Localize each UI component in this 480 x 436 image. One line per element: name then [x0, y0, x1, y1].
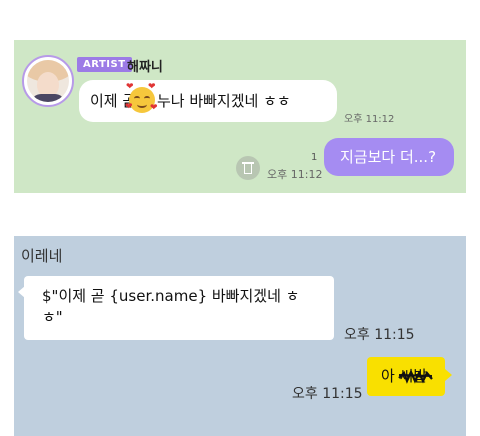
message-timestamp: 오후 11:12 — [344, 114, 395, 125]
avatar[interactable] — [22, 55, 74, 107]
message-timestamp: 오후 11:15 — [344, 327, 415, 343]
incoming-message-bubble[interactable]: 이제 곧 ❤ ❤ ❤ ❤ 누나 바빠지겠네 ㅎㅎ — [79, 80, 337, 122]
scribble-overlay-icon — [397, 370, 433, 384]
incoming-message-bubble[interactable]: $"이제 곧 {user.name} 바빠지겠네 ㅎㅎ" — [18, 276, 334, 340]
chat-panel-artist: ARTIST 해짜니 이제 곧 ❤ ❤ ❤ ❤ 누나 바빠지겠네 ㅎㅎ 오후 1… — [14, 40, 466, 193]
artist-badge: ARTIST — [77, 57, 132, 72]
trash-icon[interactable] — [236, 156, 260, 180]
heart-eyes-emoji-icon: ❤ ❤ ❤ ❤ — [124, 82, 158, 113]
reply-timestamp: 오후 11:15 — [292, 386, 363, 402]
reply-text: 아 — [381, 367, 395, 385]
reply-timestamp: 오후 11:12 — [267, 168, 323, 181]
chat-panel-kakao: 이레네 $"이제 곧 {user.name} 바빠지겠네 ㅎㅎ" 오후 11:1… — [14, 236, 466, 436]
unread-count: 1 — [311, 152, 318, 163]
sender-name: 이레네 — [21, 247, 63, 265]
outgoing-message-bubble[interactable]: 지금보다 더...? — [324, 138, 454, 176]
message-text-part2: 누나 바빠지겠네 ㅎㅎ — [156, 92, 291, 110]
outgoing-message-bubble[interactable]: 아 씨발 — [367, 357, 452, 396]
scribbled-text: 씨발 — [397, 357, 433, 396]
sender-name: 해짜니 — [127, 60, 163, 75]
